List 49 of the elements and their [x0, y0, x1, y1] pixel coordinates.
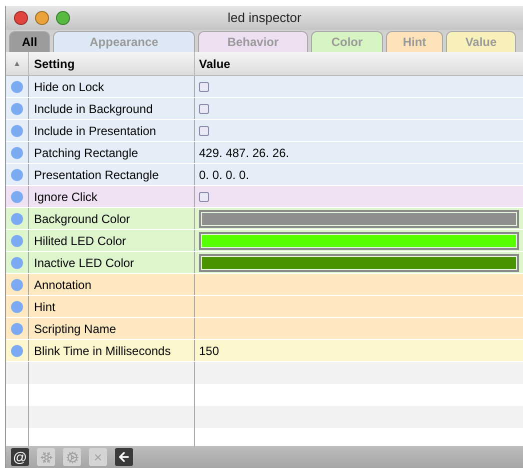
setting-name: Ignore Click: [29, 186, 195, 207]
table-row[interactable]: Hide on Lock: [6, 76, 523, 98]
checkbox[interactable]: [199, 104, 209, 114]
close-icon[interactable]: [14, 11, 28, 25]
table-row[interactable]: Presentation Rectangle 0. 0. 0. 0.: [6, 164, 523, 186]
checkbox[interactable]: [199, 192, 209, 202]
setting-name: Hilited LED Color: [29, 230, 195, 251]
minimize-icon[interactable]: [35, 11, 49, 25]
table-row[interactable]: Inactive LED Color: [6, 252, 523, 274]
table-row[interactable]: Blink Time in Milliseconds 150: [6, 340, 523, 362]
setting-name: Patching Rectangle: [29, 142, 195, 163]
setting-name: Blink Time in Milliseconds: [29, 340, 195, 361]
table-row[interactable]: Background Color: [6, 208, 523, 230]
column-header[interactable]: Setting: [29, 52, 195, 75]
setting-name: Inactive LED Color: [29, 252, 195, 273]
setting-name: Hide on Lock: [29, 76, 195, 97]
setting-name: Hint: [29, 296, 195, 317]
table-row[interactable]: Include in Presentation: [6, 120, 523, 142]
at-button[interactable]: @: [11, 448, 29, 466]
arrow-left-icon: [117, 450, 131, 464]
gear-icon: [66, 450, 78, 464]
color-swatch[interactable]: [199, 232, 519, 250]
sort-indicator[interactable]: ▲: [6, 52, 29, 75]
value-text: 429. 487. 26. 26.: [199, 144, 290, 162]
table-row[interactable]: Patching Rectangle 429. 487. 26. 26.: [6, 142, 523, 164]
table-row[interactable]: Ignore Click: [6, 186, 523, 208]
table-row[interactable]: Hilited LED Color: [6, 230, 523, 252]
table-row[interactable]: Include in Background: [6, 98, 523, 120]
setting-name: Include in Presentation: [29, 120, 195, 141]
back-button[interactable]: [115, 448, 133, 466]
setting-name: Background Color: [29, 208, 195, 229]
color-swatch[interactable]: [199, 210, 519, 228]
checkbox[interactable]: [199, 82, 209, 92]
checkbox[interactable]: [199, 126, 209, 136]
setting-name: Include in Background: [29, 98, 195, 119]
setting-name: Annotation: [29, 274, 195, 295]
tab[interactable]: All: [9, 31, 50, 52]
window-title: led inspector: [228, 9, 302, 28]
value-text: 150: [199, 342, 220, 360]
value-text: 0. 0. 0. 0.: [199, 166, 250, 184]
setting-name: Presentation Rectangle: [29, 164, 195, 185]
table-row[interactable]: Hint: [6, 296, 523, 318]
table-row[interactable]: Annotation: [6, 274, 523, 296]
column-header[interactable]: Value: [195, 52, 523, 75]
zoom-icon[interactable]: [56, 11, 70, 25]
snowflake-icon: [40, 450, 52, 464]
color-swatch[interactable]: [199, 254, 519, 272]
setting-name: Scripting Name: [29, 318, 195, 339]
table-row[interactable]: Scripting Name: [6, 318, 523, 340]
